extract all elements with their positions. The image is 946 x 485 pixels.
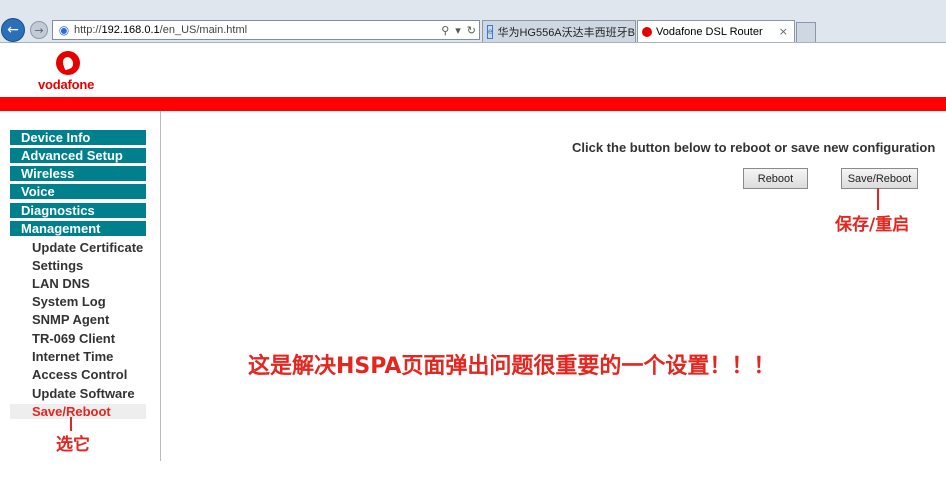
annotation-pointer-line <box>70 417 72 431</box>
browser-chrome: ← → ◉ http://192.168.0.1/en_US/main.html… <box>0 0 946 43</box>
sidebar-subitem-update-software[interactable]: Update Software <box>32 386 135 401</box>
reboot-button[interactable]: Reboot <box>743 168 808 189</box>
instruction-text: Click the button below to reboot or save… <box>572 140 936 155</box>
new-tab-button[interactable] <box>796 22 816 42</box>
back-arrow-icon[interactable]: ← <box>1 18 25 42</box>
sidebar-subitem-save-reboot[interactable]: Save/Reboot <box>10 404 146 419</box>
sidebar-subitem-access-control[interactable]: Access Control <box>32 367 127 382</box>
tab-label: 华为HG556A沃达丰西班牙B0... <box>497 26 636 39</box>
sidebar-item-management[interactable]: Management <box>10 221 146 236</box>
sidebar-subitem-system-log[interactable]: System Log <box>32 294 106 309</box>
sidebar-subitem-settings[interactable]: Settings <box>32 258 83 273</box>
vodafone-favicon-icon <box>642 26 652 37</box>
forward-arrow-icon[interactable]: → <box>30 21 48 39</box>
vodafone-logo-icon <box>56 51 80 75</box>
annotation-select-it: 选它 <box>56 435 90 455</box>
sidebar-subitem-tr069-client[interactable]: TR-069 Client <box>32 331 115 346</box>
tab-huawei[interactable]: e 华为HG556A沃达丰西班牙B0... <box>482 20 636 42</box>
close-icon[interactable]: × <box>779 25 788 38</box>
logo-text: vodafone <box>38 77 95 92</box>
url-path: /en_US/main.html <box>159 24 248 36</box>
header-red-bar <box>0 97 946 111</box>
sidebar-item-wireless[interactable]: Wireless <box>10 166 146 181</box>
annotation-save-reboot: 保存/重启 <box>835 215 910 235</box>
tab-favicon-icon: e <box>487 24 494 39</box>
sidebar-subitem-update-certificate[interactable]: Update Certificate <box>32 240 143 255</box>
sidebar-subitem-lan-dns[interactable]: LAN DNS <box>32 276 90 291</box>
tab-vodafone-router[interactable]: Vodafone DSL Router × <box>637 20 795 42</box>
refresh-icon[interactable]: ↻ <box>464 24 479 37</box>
sidebar-subitem-snmp-agent[interactable]: SNMP Agent <box>32 312 109 327</box>
address-bar[interactable]: ◉ http://192.168.0.1/en_US/main.html ⚲ ▾… <box>52 20 480 40</box>
url-host: 192.168.0.1 <box>101 24 160 36</box>
sidebar-item-device-info[interactable]: Device Info <box>10 130 146 145</box>
url-prefix: http:// <box>74 24 102 36</box>
save-reboot-button[interactable]: Save/Reboot <box>841 168 918 189</box>
sidebar-item-advanced-setup[interactable]: Advanced Setup <box>10 148 146 163</box>
url-text[interactable]: http://192.168.0.1/en_US/main.html <box>74 24 438 36</box>
tab-label: Vodafone DSL Router <box>656 25 763 38</box>
sidebar-subitem-internet-time[interactable]: Internet Time <box>32 349 113 364</box>
sidebar-item-diagnostics[interactable]: Diagnostics <box>10 203 146 218</box>
page-icon: ◉ <box>58 23 70 37</box>
sidebar-item-voice[interactable]: Voice <box>10 184 146 199</box>
dropdown-icon[interactable]: ▾ <box>452 24 464 37</box>
annotation-main-note: 这是解决HSPA页面弹出问题很重要的一个设置！！！ <box>248 354 776 379</box>
annotation-pointer-line <box>877 188 879 210</box>
search-icon[interactable]: ⚲ <box>438 24 452 37</box>
